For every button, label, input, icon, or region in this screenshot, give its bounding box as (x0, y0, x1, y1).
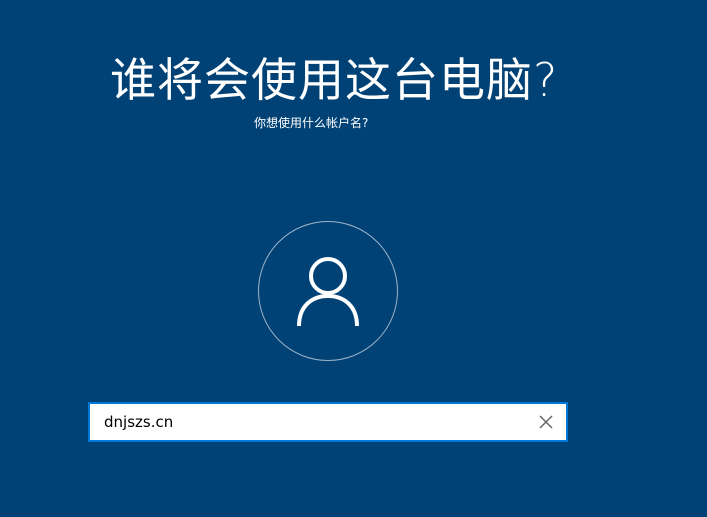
close-icon (539, 415, 553, 429)
account-name-input[interactable] (104, 410, 524, 434)
clear-input-button[interactable] (536, 412, 556, 432)
page-title: 谁将会使用这台电脑? (110, 53, 559, 107)
oobe-account-screen: 谁将会使用这台电脑? 你想使用什么帐户名? (0, 0, 707, 517)
page-subtitle: 你想使用什么帐户名? (254, 116, 369, 130)
avatar (258, 221, 398, 361)
account-name-field[interactable] (88, 402, 568, 442)
user-icon (297, 257, 359, 327)
